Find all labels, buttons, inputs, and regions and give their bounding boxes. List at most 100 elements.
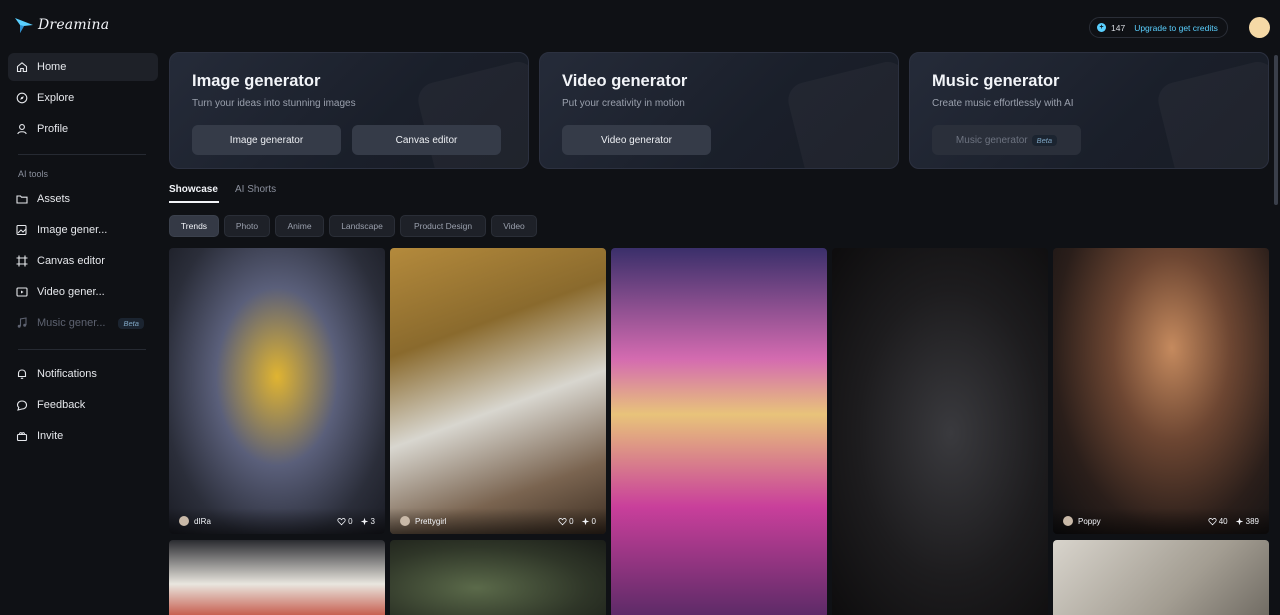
- bell-icon: [16, 368, 28, 380]
- creator-name[interactable]: Poppy: [1078, 517, 1201, 526]
- tab-ai-shorts[interactable]: AI Shorts: [235, 184, 276, 195]
- filter-anime[interactable]: Anime: [275, 215, 324, 237]
- card-subtitle: Create music effortlessly with AI: [932, 98, 1074, 109]
- sidebar-item-video-generator[interactable]: Video gener...: [8, 278, 158, 306]
- credit-count: 147: [1111, 22, 1126, 33]
- sidebar-item-music-generator[interactable]: Music gener... Beta: [8, 309, 158, 337]
- video-generator-card: Video generator Put your creativity in m…: [539, 52, 899, 169]
- image-icon: [16, 224, 28, 236]
- sidebar-item-label: Music gener...: [37, 317, 106, 329]
- chat-icon: [16, 399, 28, 411]
- creator-name[interactable]: dIRa: [194, 517, 330, 526]
- likes-stat[interactable]: 0: [558, 516, 574, 526]
- uses-stat[interactable]: 3: [360, 517, 375, 526]
- gallery-item[interactable]: [1053, 540, 1269, 615]
- sidebar-item-label: Video gener...: [37, 286, 105, 298]
- likes-count: 40: [1218, 516, 1228, 526]
- upgrade-link[interactable]: Upgrade to get credits: [1134, 23, 1218, 33]
- dreamina-logo[interactable]: Dreamina: [14, 16, 109, 34]
- heart-icon: [558, 517, 567, 525]
- music-generator-button[interactable]: Music generator Beta: [932, 125, 1081, 155]
- filter-landscape[interactable]: Landscape: [329, 215, 395, 237]
- decorative-shape: [784, 58, 898, 168]
- gallery-item[interactable]: [832, 248, 1048, 615]
- card-subtitle: Put your creativity in motion: [562, 98, 685, 109]
- image-generator-button[interactable]: Image generator: [192, 125, 341, 155]
- sidebar-item-label: Notifications: [37, 368, 97, 380]
- beta-badge: Beta: [118, 317, 144, 329]
- user-icon: [16, 123, 28, 135]
- gallery-item-footer: Poppy 40 389: [1053, 508, 1269, 534]
- sidebar-item-label: Image gener...: [37, 224, 108, 236]
- sparkle-icon: [581, 517, 589, 525]
- gallery-item[interactable]: Prettygirl 0 0: [390, 248, 606, 534]
- sidebar-item-home[interactable]: Home: [8, 53, 158, 81]
- sparkle-icon: [360, 517, 368, 525]
- sidebar-item-image-generator[interactable]: Image gener...: [8, 216, 158, 244]
- likes-count: 0: [348, 516, 353, 526]
- canvas-editor-button[interactable]: Canvas editor: [352, 125, 501, 155]
- likes-count: 0: [569, 516, 574, 526]
- sidebar-item-label: Explore: [37, 92, 75, 104]
- uses-stat[interactable]: 389: [1235, 517, 1259, 526]
- sidebar-item-label: Feedback: [37, 399, 86, 411]
- video-icon: [16, 286, 28, 298]
- sidebar-item-notifications[interactable]: Notifications: [8, 360, 158, 388]
- creator-avatar: [1063, 516, 1073, 526]
- credit-icon: +: [1097, 23, 1106, 32]
- filter-photo[interactable]: Photo: [224, 215, 270, 237]
- gift-icon: [16, 430, 28, 442]
- sidebar-item-label: Profile: [37, 123, 69, 135]
- video-generator-button[interactable]: Video generator: [562, 125, 711, 155]
- music-icon: [16, 317, 28, 329]
- tab-showcase[interactable]: Showcase: [169, 184, 218, 195]
- creator-avatar: [400, 516, 410, 526]
- heart-icon: [1208, 517, 1217, 525]
- sidebar-item-canvas-editor[interactable]: Canvas editor: [8, 247, 158, 275]
- active-tab-underline: [169, 201, 219, 203]
- gallery-item[interactable]: [611, 248, 827, 615]
- sparkle-icon: [1235, 517, 1243, 525]
- gallery-item[interactable]: [169, 540, 385, 615]
- sidebar-item-assets[interactable]: Assets: [8, 185, 158, 213]
- compass-icon: [16, 92, 28, 104]
- sidebar-item-profile[interactable]: Profile: [8, 115, 158, 143]
- gallery-item-footer: dIRa 0 3: [169, 508, 385, 534]
- likes-stat[interactable]: 0: [337, 516, 353, 526]
- uses-count: 389: [1245, 516, 1259, 526]
- button-label: Music generator: [955, 134, 1028, 146]
- credits-pill[interactable]: + 147 Upgrade to get credits: [1089, 17, 1228, 38]
- creator-name[interactable]: Prettygirl: [415, 517, 551, 526]
- filter-video[interactable]: Video: [491, 215, 537, 237]
- canvas-icon: [16, 255, 28, 267]
- uses-count: 3: [370, 516, 375, 526]
- card-title: Image generator: [192, 72, 321, 90]
- home-icon: [16, 61, 28, 73]
- decorative-shape: [1154, 58, 1268, 168]
- filter-product-design[interactable]: Product Design: [400, 215, 486, 237]
- gallery-item[interactable]: [390, 540, 606, 615]
- sidebar-item-feedback[interactable]: Feedback: [8, 391, 158, 419]
- likes-stat[interactable]: 40: [1208, 517, 1228, 526]
- card-title: Video generator: [562, 72, 688, 90]
- page-scrollbar[interactable]: [1274, 55, 1278, 205]
- sidebar-divider: [18, 154, 146, 155]
- sidebar-divider: [18, 349, 146, 350]
- sidebar-item-label: Home: [37, 61, 67, 73]
- filter-trends[interactable]: Trends: [169, 215, 219, 237]
- card-subtitle: Turn your ideas into stunning images: [192, 98, 356, 109]
- sidebar-item-explore[interactable]: Explore: [8, 84, 158, 112]
- uses-stat[interactable]: 0: [581, 517, 596, 526]
- gallery-item[interactable]: dIRa 0 3: [169, 248, 385, 534]
- creator-avatar: [179, 516, 189, 526]
- beta-badge: Beta: [1031, 134, 1058, 146]
- heart-icon: [337, 517, 346, 525]
- folder-icon: [16, 193, 28, 205]
- ai-tools-label: AI tools: [18, 169, 49, 179]
- logo-bird-icon: [15, 18, 33, 33]
- sidebar-item-invite[interactable]: Invite: [8, 422, 158, 450]
- user-avatar[interactable]: [1249, 17, 1270, 38]
- gallery-item[interactable]: Poppy 40 389: [1053, 248, 1269, 534]
- uses-count: 0: [591, 516, 596, 526]
- music-generator-card: Music generator Create music effortlessl…: [909, 52, 1269, 169]
